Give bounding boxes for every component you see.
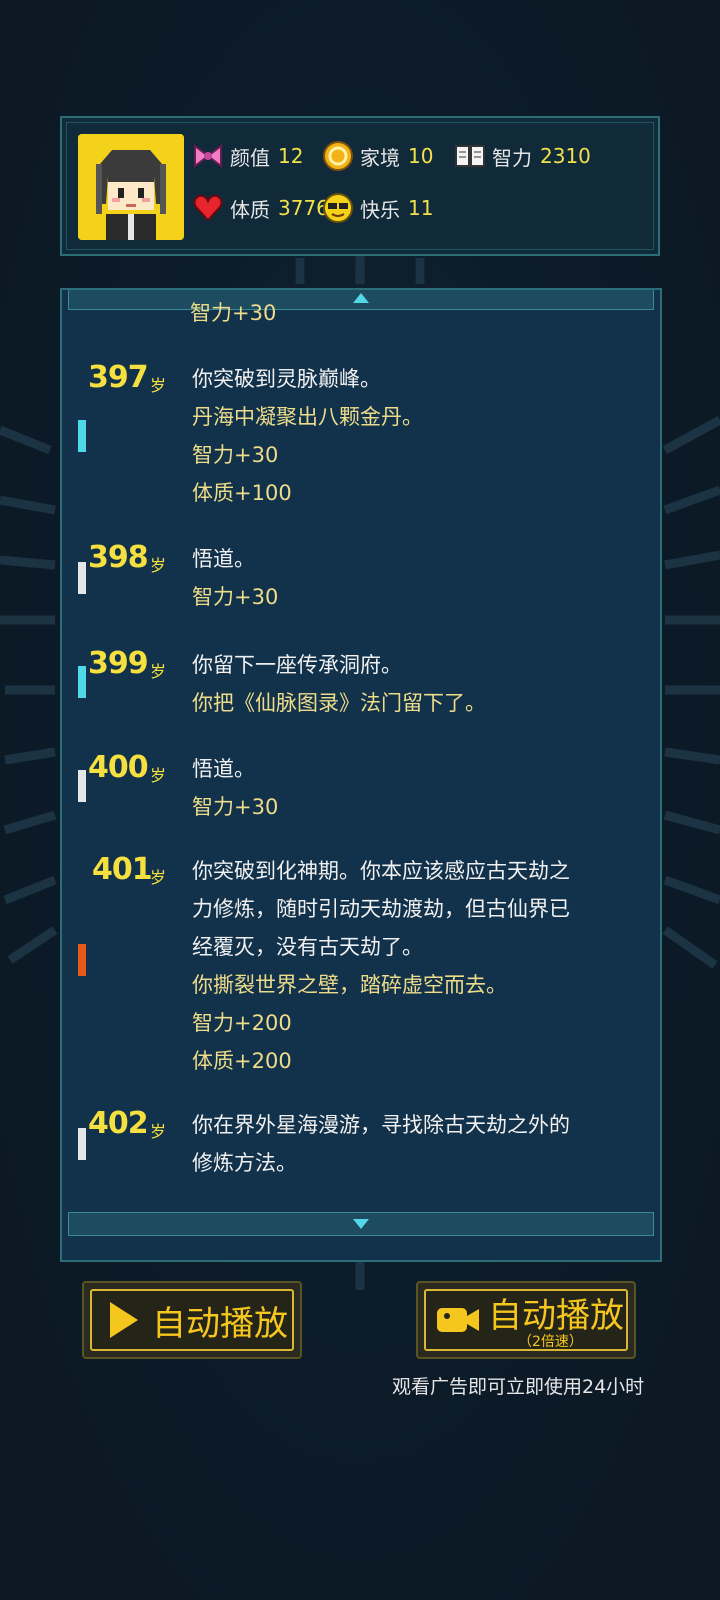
log-age: 401 — [92, 852, 153, 887]
age-unit: 岁 — [150, 1122, 167, 1141]
arrow-down-icon — [353, 1219, 369, 1229]
rarity-bar — [78, 562, 86, 594]
autoplay-2x-button[interactable]: 自动播放 （2倍速） — [416, 1281, 636, 1359]
rarity-bar — [78, 770, 86, 802]
stat-value: 12 — [278, 144, 304, 168]
stat-physique: 体质 3776 — [192, 192, 329, 224]
log-age: 398 — [88, 540, 149, 575]
log-line: 智力+30 — [192, 443, 279, 467]
rarity-bar — [78, 1128, 86, 1160]
log-line: 智力+30 — [192, 585, 279, 609]
log-line: 智力+200 — [192, 1011, 292, 1035]
age-unit: 岁 — [150, 662, 167, 681]
speed-2x-label: （2倍速） — [518, 1334, 583, 1350]
log-line: 你突破到化神期。你本应该感应古天劫之 — [192, 859, 570, 883]
stat-intelligence: 智力 2310 — [454, 140, 591, 172]
log-age: 402 — [88, 1106, 149, 1141]
log-partial-line: 智力+30 — [190, 301, 277, 325]
log-line: 体质+100 — [192, 481, 292, 505]
log-line: 经覆灭，没有古天劫了。 — [192, 935, 423, 959]
log-line: 你突破到灵脉巅峰。 — [192, 367, 381, 391]
age-unit: 岁 — [150, 556, 167, 575]
log-line: 力修炼，随时引动天劫渡劫，但古仙界已 — [192, 897, 570, 921]
bow-icon — [192, 140, 224, 172]
autoplay-label: 自动播放 — [152, 1303, 288, 1344]
rarity-bar — [78, 944, 86, 976]
age-unit: 岁 — [150, 376, 167, 395]
video-camera-icon — [437, 1308, 479, 1332]
stat-value: 2310 — [540, 144, 591, 168]
stat-label: 体质 — [230, 197, 270, 222]
rarity-bar — [78, 666, 86, 698]
stat-family: 家境 10 — [322, 140, 433, 172]
log-line: 修炼方法。 — [192, 1151, 297, 1175]
life-log-panel[interactable]: 智力+30 397 岁 你突破到灵脉巅峰。 丹海中凝聚出八颗金丹。 智力+30 … — [60, 288, 662, 1262]
log-line: 你留下一座传承洞府。 — [192, 653, 402, 677]
play-icon — [110, 1302, 138, 1338]
autoplay-2x-label: 自动播放 — [488, 1295, 624, 1336]
stat-label: 智力 — [492, 145, 532, 170]
rarity-bar — [78, 420, 86, 452]
log-age: 397 — [88, 360, 149, 395]
autoplay-button[interactable]: 自动播放 — [82, 1281, 302, 1359]
log-line: 悟道。 — [192, 547, 255, 571]
avatar[interactable] — [78, 134, 184, 240]
log-line: 体质+200 — [192, 1049, 292, 1073]
scroll-up-button[interactable] — [68, 290, 654, 310]
stat-label: 家境 — [360, 145, 400, 170]
stat-label: 快乐 — [360, 197, 400, 222]
log-age: 399 — [88, 646, 149, 681]
log-line: 你撕裂世界之壁，踏碎虚空而去。 — [192, 973, 507, 997]
log-line: 你在界外星海漫游，寻找除古天劫之外的 — [192, 1113, 570, 1137]
log-line: 悟道。 — [192, 757, 255, 781]
sunglasses-icon — [322, 192, 354, 224]
ad-hint-text: 观看广告即可立即使用24小时 — [392, 1376, 645, 1398]
log-age: 400 — [88, 750, 149, 785]
coin-icon — [322, 140, 354, 172]
age-unit: 岁 — [150, 868, 167, 887]
age-unit: 岁 — [150, 766, 167, 785]
log-line: 丹海中凝聚出八颗金丹。 — [192, 405, 423, 429]
stat-appearance: 颜值 12 — [192, 140, 303, 172]
book-icon — [454, 140, 486, 172]
stat-value: 11 — [408, 196, 434, 220]
log-line: 你把《仙脉图录》法门留下了。 — [192, 691, 486, 715]
stat-happiness: 快乐 11 — [322, 192, 433, 224]
character-stats-panel: 颜值 12 家境 10 智力 2310 体质 3776 快乐 11 — [60, 116, 660, 256]
stat-value: 10 — [408, 144, 434, 168]
heart-icon — [192, 192, 224, 224]
stat-label: 颜值 — [230, 145, 270, 170]
arrow-up-icon — [353, 293, 369, 303]
log-line: 智力+30 — [192, 795, 279, 819]
scroll-down-button[interactable] — [68, 1212, 654, 1236]
